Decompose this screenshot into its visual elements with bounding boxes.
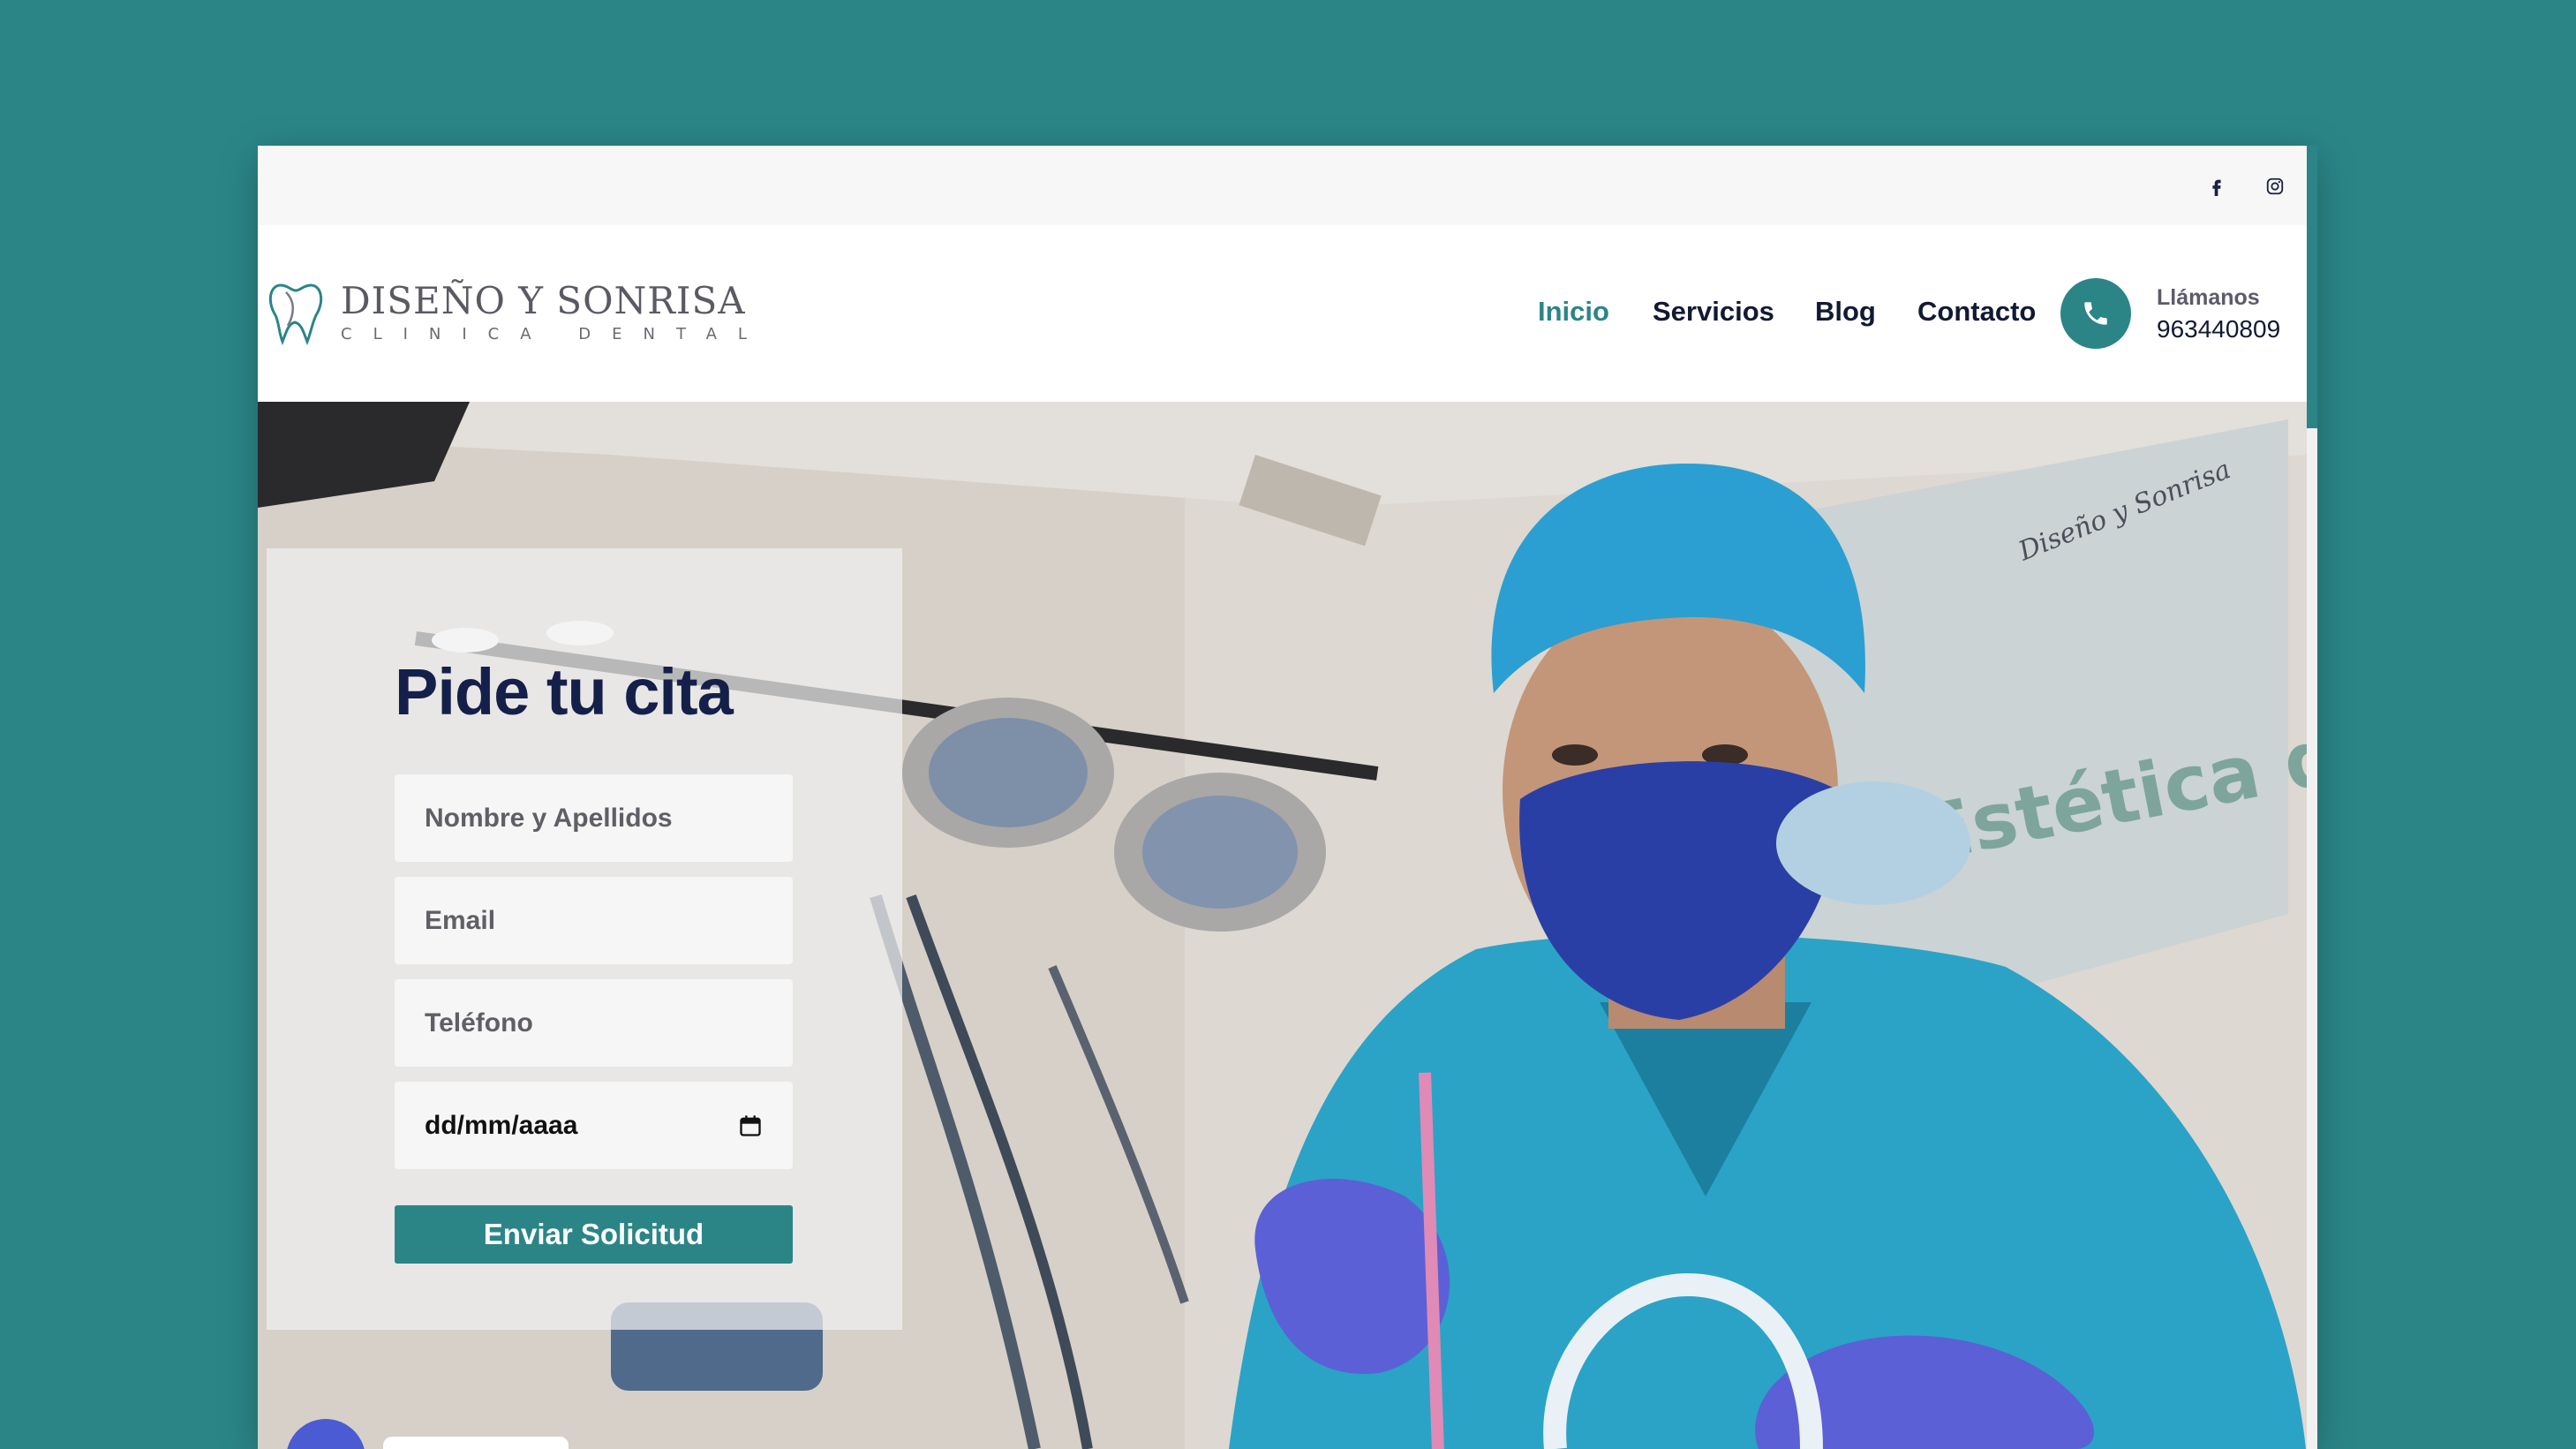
name-placeholder: Nombre y Apellidos — [425, 803, 673, 833]
brand-logo[interactable]: DISEÑO Y SONRISA CLINICA DENTAL — [268, 280, 768, 345]
nav-item-servicios[interactable]: Servicios — [1653, 296, 1774, 328]
date-placeholder: dd/mm/aaaa — [425, 1110, 578, 1140]
phone-label: Llámanos — [2157, 285, 2260, 310]
facebook-icon[interactable] — [2199, 169, 2234, 204]
calendar-icon[interactable] — [738, 1113, 763, 1138]
submit-button[interactable]: Enviar Solicitud — [395, 1205, 793, 1264]
phone-field[interactable]: Teléfono — [395, 979, 793, 1067]
name-field[interactable]: Nombre y Apellidos — [395, 774, 793, 862]
email-placeholder: Email — [425, 905, 496, 935]
logo-text: DISEÑO Y SONRISA CLINICA DENTAL — [341, 281, 768, 344]
tooth-logo-icon — [268, 283, 323, 345]
top-bar — [258, 146, 2307, 225]
site-header: DISEÑO Y SONRISA CLINICA DENTAL Inicio S… — [258, 225, 2307, 402]
browser-viewport: DISEÑO Y SONRISA CLINICA DENTAL Inicio S… — [258, 146, 2317, 1449]
appointment-form-panel: Pide tu cita Nombre y Apellidos Email Te… — [267, 548, 902, 1330]
brand-tagline: CLINICA DENTAL — [341, 325, 768, 343]
hero-section: Estética dental Diseño y Sonrisa Pide tu… — [258, 402, 2307, 1449]
instagram-icon[interactable] — [2257, 169, 2293, 204]
scrollbar-thumb[interactable] — [2307, 146, 2317, 428]
nav-item-blog[interactable]: Blog — [1815, 296, 1876, 328]
date-field[interactable]: dd/mm/aaaa — [395, 1082, 793, 1169]
nav-item-inicio[interactable]: Inicio — [1538, 296, 1609, 328]
phone-placeholder: Teléfono — [425, 1008, 533, 1038]
scrollbar[interactable] — [2307, 146, 2317, 1449]
email-field[interactable]: Email — [395, 877, 793, 964]
phone-icon — [2084, 302, 2107, 325]
phone-number[interactable]: 963440809 — [2157, 315, 2280, 343]
phone-call-button[interactable] — [2060, 278, 2131, 349]
brand-name: DISEÑO Y SONRISA — [341, 279, 746, 322]
form-title: Pide tu cita — [395, 655, 734, 728]
nav-item-contacto[interactable]: Contacto — [1917, 296, 2036, 328]
chat-widget-label[interactable] — [383, 1437, 569, 1449]
